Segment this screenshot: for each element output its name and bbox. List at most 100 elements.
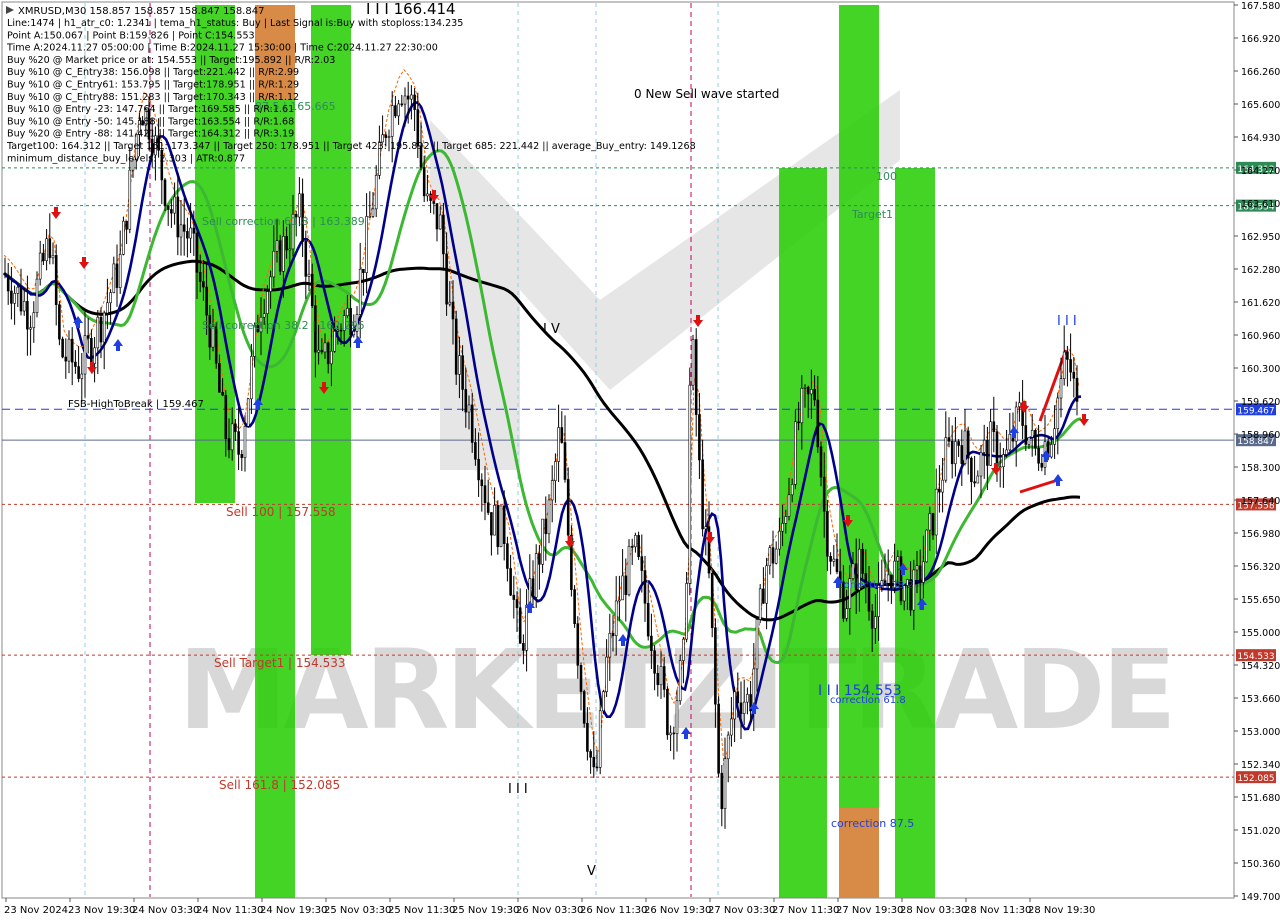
candle-body — [534, 553, 538, 598]
candle-body — [1069, 359, 1072, 373]
candle-body — [61, 338, 64, 358]
candle-body — [77, 366, 80, 379]
candle-body — [659, 666, 663, 686]
x-tick-label: 25 Nov 03:30 — [324, 905, 391, 916]
candle-body — [394, 105, 397, 117]
candle-body — [499, 505, 503, 547]
info-line: Buy %10 @ C_Entry38: 156.098 || Target:2… — [7, 67, 299, 78]
candle-body — [915, 565, 919, 571]
candle-body — [1037, 447, 1040, 464]
info-line: Point A:150.067 | Point B:159.826 | Poin… — [7, 30, 255, 41]
info-line: Buy %20 @ Market price or at: 154.553 ||… — [7, 55, 335, 66]
candle-body — [976, 475, 980, 484]
annotation-label: 0 New Sell wave started — [634, 87, 779, 101]
candle-body — [560, 427, 564, 443]
candle-body — [102, 312, 106, 343]
candle-body — [477, 458, 480, 481]
candle-body — [19, 286, 23, 312]
candle-body — [189, 227, 192, 239]
info-line: Buy %20 @ Entry -88: 141.421 || Target:1… — [7, 129, 294, 140]
candle-body — [163, 179, 167, 207]
candle-body — [445, 253, 448, 305]
candle-body — [989, 421, 992, 466]
candle-body — [435, 203, 439, 230]
y-tick-label: 156.980 — [1241, 529, 1280, 540]
x-tick-label: 24 Nov 03:30 — [132, 905, 199, 916]
candle-body — [333, 330, 336, 352]
candle-body — [1050, 444, 1053, 458]
candle-body — [640, 556, 644, 571]
candle-body — [1024, 425, 1028, 445]
y-tick-label: 162.280 — [1241, 265, 1280, 276]
candle-body — [554, 461, 557, 481]
candle-body — [694, 339, 698, 415]
candle-body — [950, 440, 954, 465]
candle-body — [566, 479, 570, 536]
candle-body — [970, 457, 973, 483]
candle-body — [538, 553, 541, 565]
candle-body — [298, 193, 301, 218]
candle-body — [374, 175, 378, 210]
candle-body — [1008, 433, 1012, 451]
candle-body — [323, 342, 327, 353]
candle-body — [176, 196, 180, 238]
candle-body — [106, 302, 109, 314]
candle-body — [266, 291, 269, 314]
price-chart[interactable]: MARKETZITRADE 0 New Sell wave startedI I… — [0, 0, 1280, 920]
candle-body — [573, 589, 576, 625]
candle-body — [307, 273, 311, 277]
candle-body — [771, 547, 775, 564]
candle-body — [512, 594, 516, 600]
candle-body — [966, 430, 970, 459]
candle-body — [3, 272, 7, 276]
y-tick-label: 161.620 — [1241, 298, 1280, 309]
info-line: Buy %10 @ C_Entry61: 153.795 || Target:1… — [7, 80, 299, 91]
candle-body — [874, 616, 877, 629]
info-line: Buy %10 @ Entry -23: 147.764 || Target:1… — [7, 104, 294, 115]
candle-body — [118, 254, 122, 288]
candle-body — [13, 293, 16, 304]
candle-body — [762, 588, 765, 604]
candle-body — [918, 565, 922, 583]
x-tick-label: 27 Nov 19:30 — [836, 905, 903, 916]
candle-body — [182, 224, 186, 232]
y-tick-label: 155.000 — [1241, 628, 1280, 639]
candle-body — [941, 479, 944, 493]
candle-body — [58, 304, 61, 340]
candle-body — [1030, 430, 1034, 438]
candle-body — [922, 561, 925, 583]
annotation-label: 100 — [876, 170, 897, 183]
candle-body — [397, 103, 400, 117]
candle-body — [643, 570, 647, 604]
candle-body — [822, 476, 826, 512]
candle-body — [326, 342, 330, 365]
candle-body — [704, 526, 708, 530]
candle-body — [614, 600, 618, 637]
candle-body — [221, 391, 224, 396]
candle-body — [198, 271, 202, 282]
candle-body — [979, 452, 983, 477]
candle-body — [320, 349, 324, 353]
candle-body — [605, 656, 608, 692]
candle-body — [522, 643, 525, 651]
candle-body — [470, 404, 474, 443]
candle-body — [480, 479, 484, 486]
candle-body — [317, 349, 320, 353]
y-tick-label: 166.260 — [1241, 67, 1280, 78]
candle-body — [461, 355, 464, 390]
y-tick-label: 160.300 — [1241, 364, 1280, 375]
candle-body — [778, 530, 781, 550]
candle-body — [35, 278, 39, 314]
candle-body — [262, 313, 266, 318]
y-tick-label: 157.640 — [1241, 496, 1280, 507]
candle-body — [733, 691, 736, 720]
candle-body — [54, 255, 58, 305]
candle-body — [490, 512, 493, 536]
x-tick-label: 28 Nov 11:30 — [964, 905, 1031, 916]
candle-body — [736, 691, 740, 704]
candle-body — [813, 389, 816, 401]
candle-body — [285, 236, 288, 251]
candle-body — [387, 136, 391, 138]
candle-body — [803, 387, 807, 389]
candle-body — [611, 632, 615, 637]
